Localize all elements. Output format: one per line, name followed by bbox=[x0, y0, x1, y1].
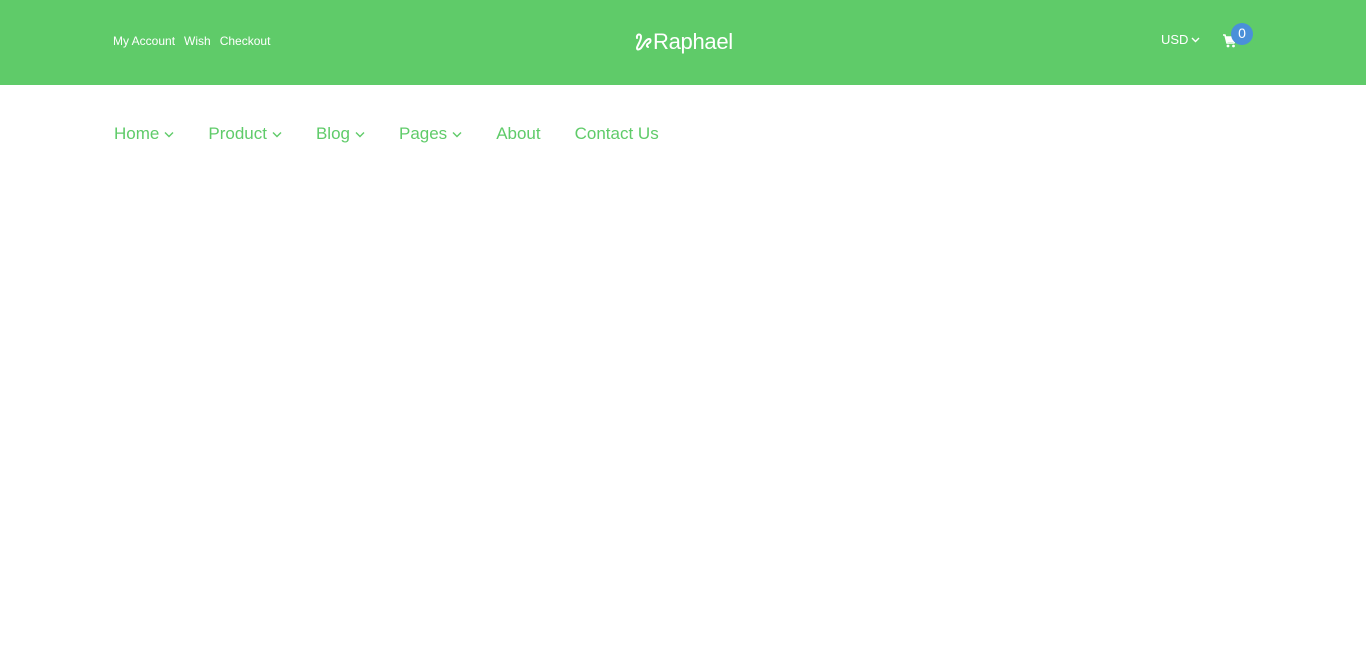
logo-mark-icon bbox=[635, 33, 652, 51]
nav-item-contact-us[interactable]: Contact Us bbox=[575, 124, 659, 144]
chevron-down-icon bbox=[452, 131, 462, 137]
chevron-down-icon bbox=[272, 131, 282, 137]
cart-count-badge: 0 bbox=[1231, 23, 1253, 45]
chevron-down-icon bbox=[355, 131, 365, 137]
currency-value: USD bbox=[1161, 32, 1189, 47]
nav-item-label: Home bbox=[114, 124, 160, 143]
nav-item-about[interactable]: About bbox=[496, 124, 540, 144]
chevron-down-icon bbox=[1191, 37, 1200, 43]
nav-item-label: Contact Us bbox=[574, 124, 659, 143]
nav-item-home[interactable]: Home bbox=[114, 124, 174, 144]
my-account-link[interactable]: My Account bbox=[113, 33, 175, 49]
currency-selector[interactable]: USD bbox=[1161, 32, 1200, 48]
logo-text: Raphael bbox=[653, 29, 733, 54]
nav-item-product[interactable]: Product bbox=[208, 124, 282, 144]
chevron-down-icon bbox=[164, 131, 174, 137]
nav-item-label: Product bbox=[208, 124, 267, 143]
nav-item-blog[interactable]: Blog bbox=[316, 124, 365, 144]
wish-link[interactable]: Wish bbox=[184, 33, 211, 49]
top-header-bar: My Account Wish Checkout Raphael USD 0 bbox=[0, 0, 1366, 85]
account-links: My Account Wish Checkout bbox=[113, 33, 270, 49]
site-logo[interactable]: Raphael bbox=[635, 27, 733, 57]
nav-item-label: Blog bbox=[315, 124, 350, 143]
checkout-link[interactable]: Checkout bbox=[220, 33, 271, 49]
nav-item-pages[interactable]: Pages bbox=[399, 124, 462, 144]
nav-item-label: Pages bbox=[398, 124, 448, 143]
nav-item-label: About bbox=[496, 124, 541, 143]
main-navigation: Home Product Blog Pages About Contact Us bbox=[114, 124, 659, 144]
